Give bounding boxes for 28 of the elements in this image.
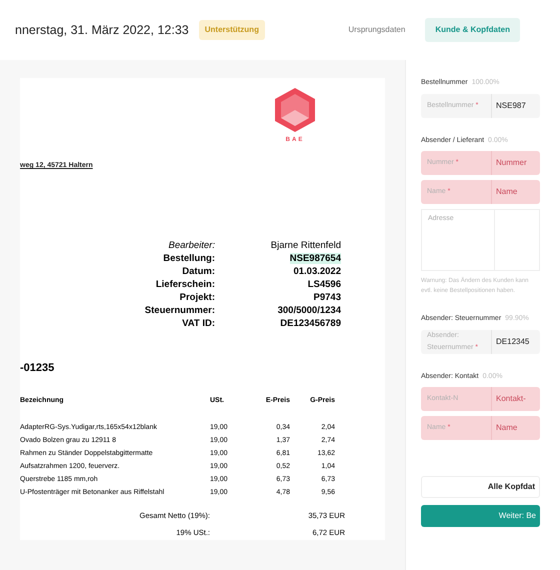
info-value: DE123456789 xyxy=(280,318,341,328)
next-button[interactable]: Weiter: Be xyxy=(421,505,540,527)
info-label: VAT ID: xyxy=(181,316,215,330)
info-label: Bearbeiter: xyxy=(168,238,215,252)
date-time: nnerstag, 31. März 2022, 12:33 xyxy=(15,22,189,39)
info-value: Bjarne Rittenfeld xyxy=(270,240,341,250)
info-value: LS4596 xyxy=(308,278,341,290)
hexagon-logo-icon xyxy=(273,86,317,134)
field-placeholder: Nummer xyxy=(491,151,540,175)
info-value: P9743 xyxy=(314,292,341,302)
field-placeholder: Kontakt- xyxy=(491,387,540,411)
info-value: 300/5000/1234 xyxy=(278,304,341,316)
header-data-button[interactable]: Alle Kopfdat xyxy=(421,476,540,498)
document-number: -01235 xyxy=(20,360,56,376)
info-label: Steuernummer: xyxy=(144,304,215,316)
info-label: Datum: xyxy=(181,264,215,278)
info-label: Lieferschein: xyxy=(154,278,215,290)
info-label: Projekt: xyxy=(178,290,215,304)
info-label: Bestellung: xyxy=(162,252,215,264)
info-value: NSE987654 xyxy=(290,252,341,264)
tab[interactable]: Ursprungsdaten xyxy=(338,18,416,42)
field-value: NSE987 xyxy=(491,94,540,118)
field-placeholder: Name xyxy=(491,416,540,440)
field-placeholder: Name xyxy=(491,180,540,204)
info-value: 01.03.2022 xyxy=(293,266,341,276)
support-tag: Unterstützung xyxy=(198,20,265,40)
field-value: DE12345 xyxy=(491,330,540,354)
tab[interactable]: Kunde & Kopfdaten xyxy=(425,18,520,42)
